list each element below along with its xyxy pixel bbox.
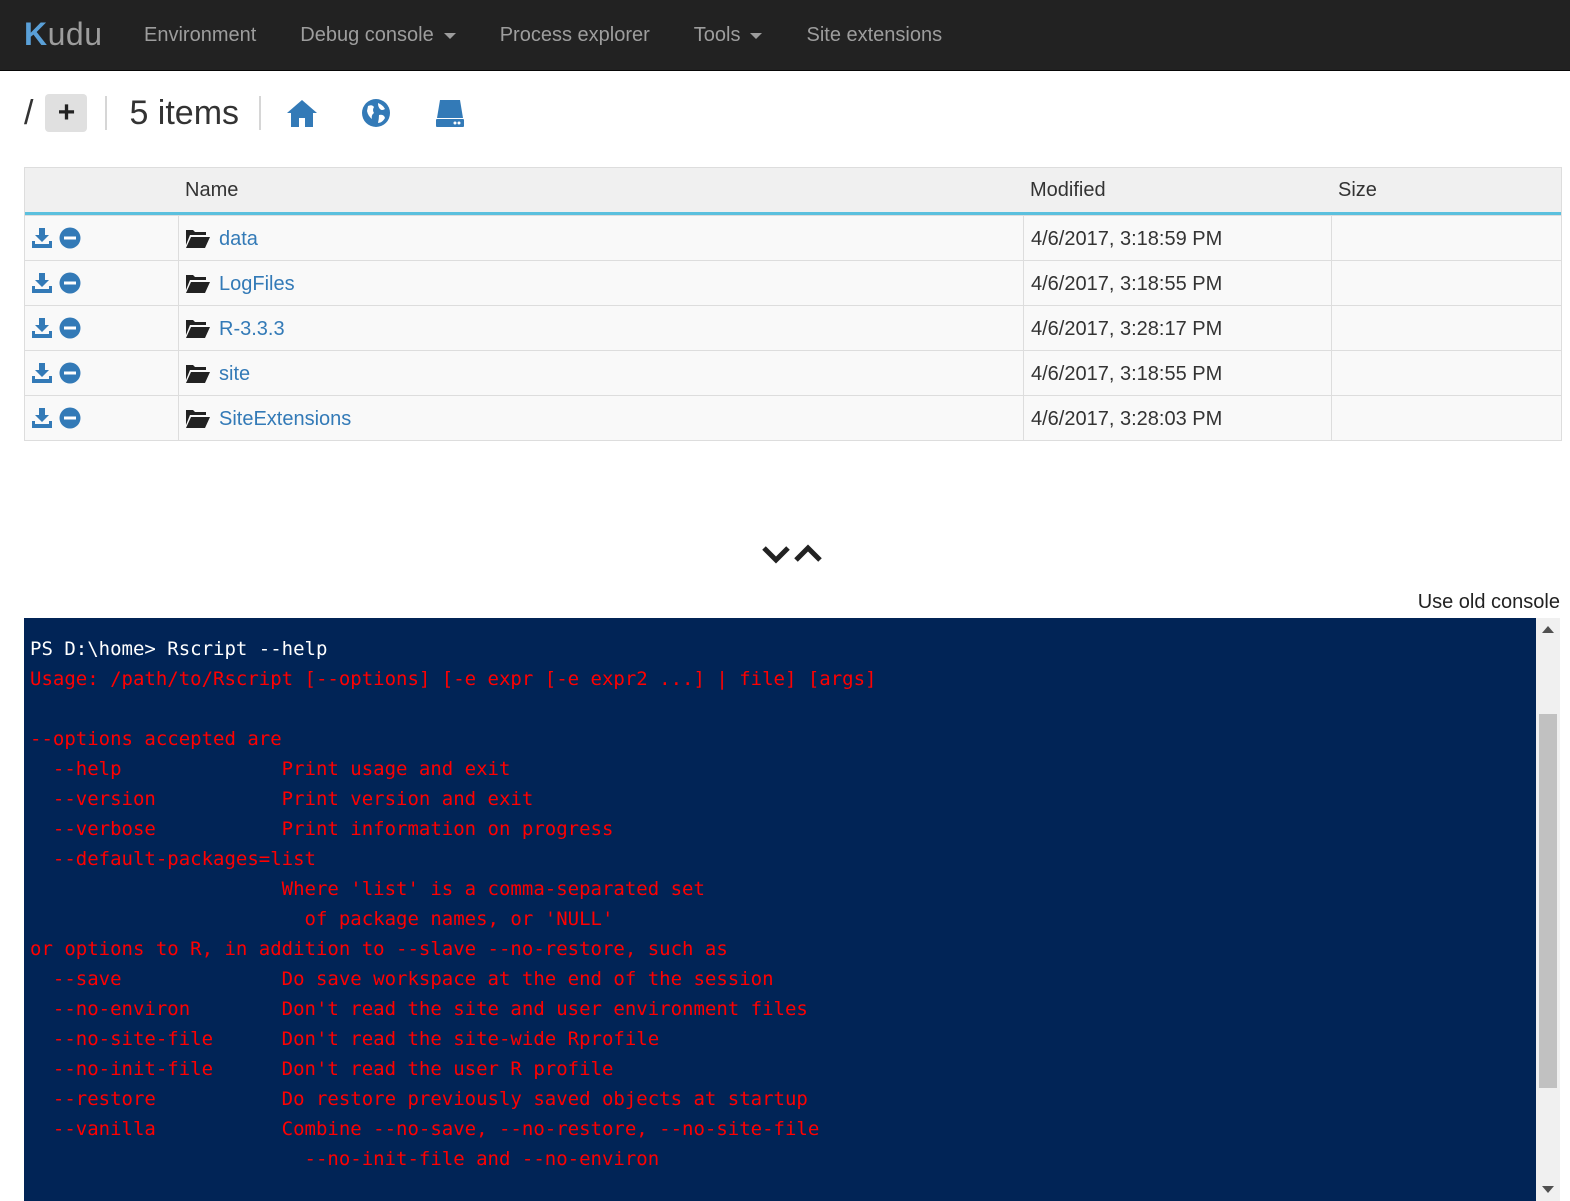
current-path[interactable]: / bbox=[24, 94, 33, 133]
file-table: Name Modified Size data 4/6/2017, 3:18:5… bbox=[24, 167, 1562, 441]
modified-date: 4/6/2017, 3:28:17 PM bbox=[1031, 318, 1223, 340]
folder-open-icon bbox=[186, 365, 210, 383]
main-nav: Environment Debug console Process explor… bbox=[122, 0, 964, 70]
column-header-size[interactable]: Size bbox=[1338, 179, 1377, 202]
panel-resizer[interactable] bbox=[762, 544, 822, 564]
folder-open-icon bbox=[186, 230, 210, 248]
modified-date: 4/6/2017, 3:18:55 PM bbox=[1031, 273, 1223, 295]
table-row: LogFiles 4/6/2017, 3:18:55 PM bbox=[25, 260, 1561, 305]
divider bbox=[105, 96, 108, 130]
download-icon[interactable] bbox=[31, 227, 53, 249]
modified-date: 4/6/2017, 3:28:03 PM bbox=[1031, 408, 1223, 430]
caret-down-icon bbox=[443, 32, 456, 39]
file-name-link[interactable]: LogFiles bbox=[219, 273, 295, 296]
delete-icon[interactable] bbox=[59, 362, 81, 384]
path-bar: / + 5 items bbox=[24, 86, 507, 140]
globe-icon[interactable] bbox=[359, 96, 393, 130]
download-icon[interactable] bbox=[31, 272, 53, 294]
table-header: Name Modified Size bbox=[25, 168, 1561, 215]
nav-environment[interactable]: Environment bbox=[122, 0, 278, 70]
chevron-up-icon[interactable] bbox=[792, 544, 822, 564]
nav-debug-console[interactable]: Debug console bbox=[278, 0, 477, 70]
folder-open-icon bbox=[186, 275, 210, 293]
download-icon[interactable] bbox=[31, 317, 53, 339]
console-prompt: PS D:\home> Rscript --help bbox=[30, 638, 328, 660]
table-row: site 4/6/2017, 3:18:55 PM bbox=[25, 350, 1561, 395]
file-name-link[interactable]: R-3.3.3 bbox=[219, 318, 285, 341]
modified-date: 4/6/2017, 3:18:59 PM bbox=[1031, 228, 1223, 250]
nav-process-explorer[interactable]: Process explorer bbox=[478, 0, 672, 70]
delete-icon[interactable] bbox=[59, 272, 81, 294]
scrollbar-thumb[interactable] bbox=[1539, 714, 1557, 1088]
use-old-console-link[interactable]: Use old console bbox=[1418, 591, 1560, 614]
console-output: Usage: /path/to/Rscript [--options] [-e … bbox=[30, 668, 877, 1170]
nav-tools[interactable]: Tools bbox=[672, 0, 785, 70]
scroll-up-icon[interactable] bbox=[1542, 626, 1554, 633]
delete-icon[interactable] bbox=[59, 407, 81, 429]
powershell-console[interactable]: PS D:\home> Rscript --help Usage: /path/… bbox=[24, 618, 1536, 1201]
column-header-name[interactable]: Name bbox=[185, 179, 238, 202]
brand-logo[interactable]: Kudu bbox=[24, 14, 103, 54]
chevron-down-icon[interactable] bbox=[762, 544, 792, 564]
folder-open-icon bbox=[186, 320, 210, 338]
add-item-button[interactable]: + bbox=[45, 94, 88, 132]
file-name-link[interactable]: data bbox=[219, 228, 258, 251]
scroll-down-icon[interactable] bbox=[1542, 1186, 1554, 1193]
item-count: 5 items bbox=[129, 93, 240, 132]
folder-open-icon bbox=[186, 410, 210, 428]
drive-icon[interactable] bbox=[433, 96, 467, 130]
delete-icon[interactable] bbox=[59, 317, 81, 339]
table-row: R-3.3.3 4/6/2017, 3:28:17 PM bbox=[25, 305, 1561, 350]
nav-site-extensions[interactable]: Site extensions bbox=[784, 0, 964, 70]
table-row: data 4/6/2017, 3:18:59 PM bbox=[25, 215, 1561, 260]
table-row: SiteExtensions 4/6/2017, 3:28:03 PM bbox=[25, 395, 1561, 440]
file-name-link[interactable]: SiteExtensions bbox=[219, 408, 351, 431]
divider bbox=[259, 96, 262, 130]
download-icon[interactable] bbox=[31, 362, 53, 384]
console-scrollbar[interactable] bbox=[1536, 618, 1560, 1201]
caret-down-icon bbox=[750, 32, 763, 39]
column-header-modified[interactable]: Modified bbox=[1030, 179, 1106, 202]
home-icon[interactable] bbox=[285, 96, 319, 130]
file-name-link[interactable]: site bbox=[219, 363, 250, 386]
delete-icon[interactable] bbox=[59, 227, 81, 249]
download-icon[interactable] bbox=[31, 407, 53, 429]
navbar: Kudu Environment Debug console Process e… bbox=[0, 0, 1570, 71]
modified-date: 4/6/2017, 3:18:55 PM bbox=[1031, 363, 1223, 385]
